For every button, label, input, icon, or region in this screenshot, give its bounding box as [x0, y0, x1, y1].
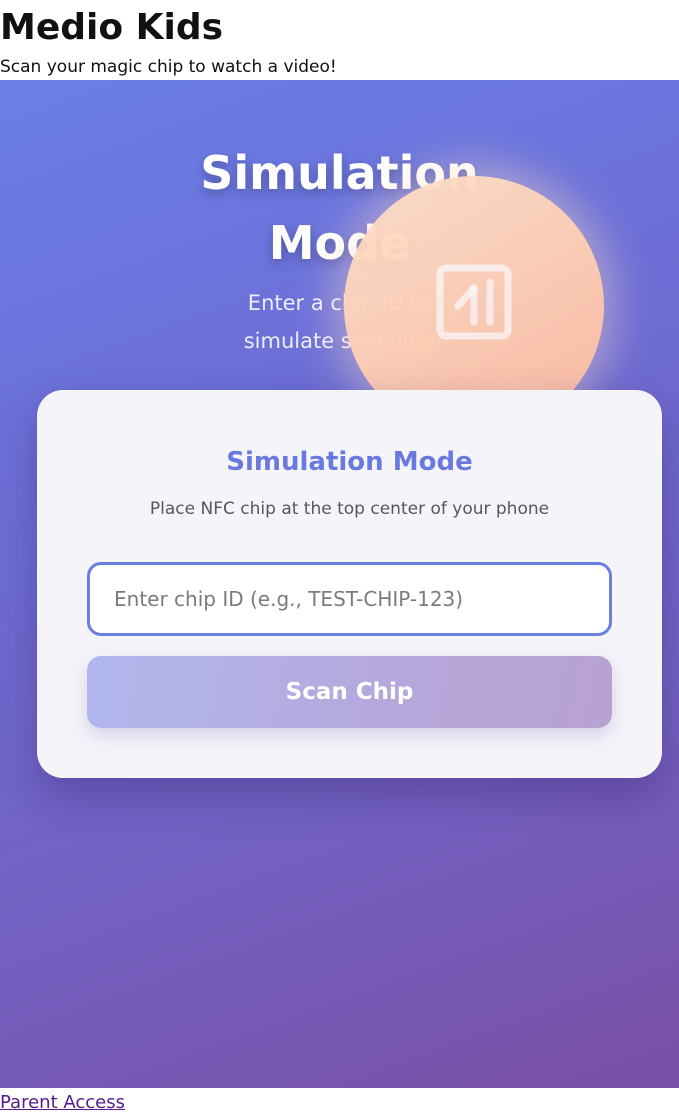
- scanner-area: Simulation Mode Enter a chip ID to simul…: [0, 80, 679, 1088]
- card-title: Simulation Mode: [226, 447, 473, 477]
- chip-id-input[interactable]: [87, 562, 612, 636]
- nfc-icon: [436, 264, 512, 340]
- scan-chip-button[interactable]: Scan Chip: [87, 656, 612, 728]
- page-header: Medio Kids Scan your magic chip to watch…: [0, 0, 679, 80]
- app-title: Medio Kids: [0, 7, 224, 48]
- simulation-card: Simulation Mode Place NFC chip at the to…: [37, 390, 662, 778]
- hero-title-line-1: Simulation: [200, 146, 479, 200]
- parent-access-link[interactable]: Parent Access: [0, 1091, 125, 1115]
- app-subtitle: Scan your magic chip to watch a video!: [0, 57, 337, 77]
- card-hint: Place NFC chip at the top center of your…: [149, 499, 550, 519]
